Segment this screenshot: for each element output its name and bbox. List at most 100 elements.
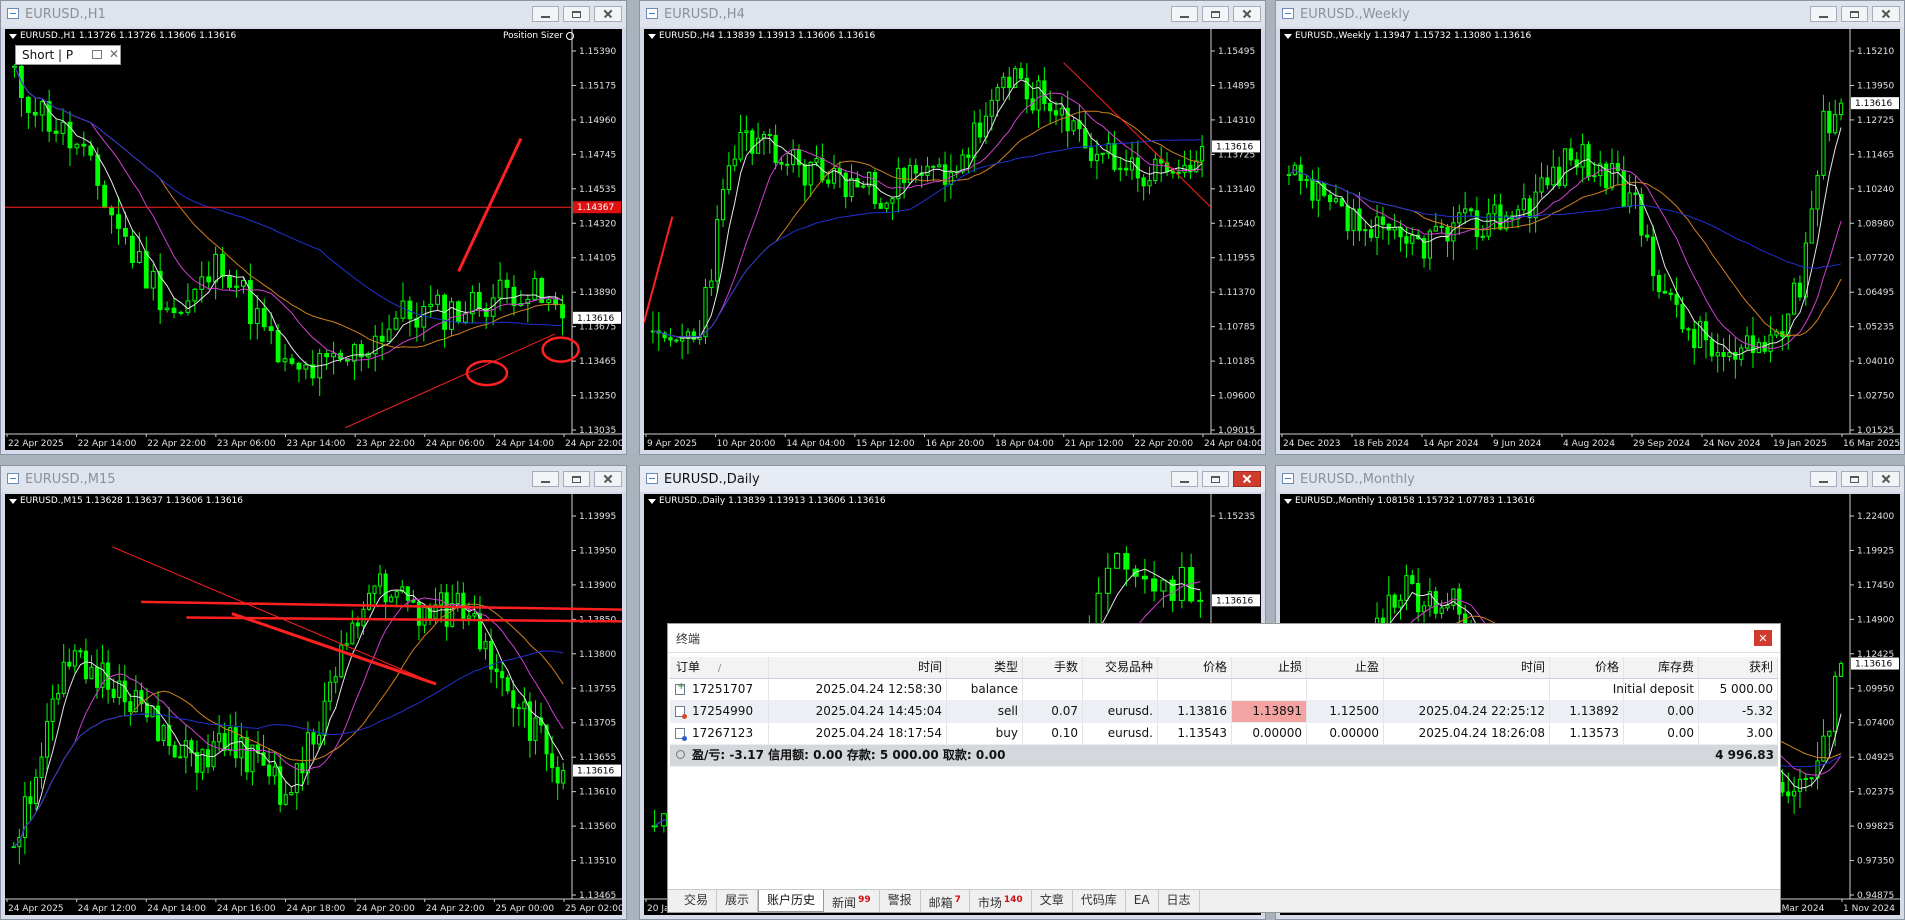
tab-10[interactable]: 日志	[1159, 890, 1200, 912]
candle-body	[74, 143, 80, 149]
candle-body	[192, 288, 198, 302]
tab-2[interactable]: 账户历史	[758, 890, 825, 912]
candle-body	[1351, 208, 1356, 232]
close-button[interactable]	[1233, 6, 1261, 22]
chart-window-m15[interactable]: EURUSD.,M15 1.139951.139501.139001.13850…	[0, 465, 627, 920]
price-tick-label: 1.11955	[1218, 254, 1255, 264]
position-sizer-label[interactable]: Position Sizer	[503, 31, 575, 41]
title-bar[interactable]: EURUSD.,Daily	[640, 466, 1265, 492]
tab-9[interactable]: EA	[1126, 890, 1159, 912]
minimize-button[interactable]	[1810, 6, 1837, 22]
tab-1[interactable]: 展示	[717, 890, 759, 912]
ma-long-line	[14, 66, 563, 327]
close-button[interactable]	[594, 471, 622, 487]
dropdown-triangle-icon[interactable]	[648, 33, 656, 39]
candle-body	[726, 165, 731, 191]
minimize-button[interactable]	[1171, 6, 1198, 22]
column-header-swap[interactable]: 库存费	[1624, 657, 1699, 678]
dropdown-triangle-icon[interactable]	[648, 498, 656, 504]
column-header-order[interactable]: 订单 /	[670, 657, 769, 678]
price-tick-label: 1.15390	[579, 47, 616, 57]
candle-body	[111, 688, 116, 698]
column-header-type[interactable]: 类型	[947, 657, 1023, 678]
terminal-panel[interactable]: 终端 ✕ 订单 / 时间 类型 手数 交易品种 价格 止损 止盈 时间 价格 库…	[667, 623, 1781, 913]
minimize-button[interactable]	[532, 6, 559, 22]
column-header-profit[interactable]: 获利	[1699, 657, 1778, 678]
candle-body	[1151, 578, 1158, 592]
title-bar[interactable]: EURUSD.,H1	[1, 1, 626, 27]
candle-body	[1445, 604, 1450, 609]
dropdown-triangle-icon[interactable]	[1284, 33, 1292, 39]
chart-header: EURUSD.,H1 1.13726 1.13726 1.13606 1.136…	[9, 31, 236, 41]
maximize-button[interactable]	[563, 6, 590, 22]
column-header-price[interactable]: 价格	[1158, 657, 1232, 678]
title-bar[interactable]: EURUSD.,Weekly	[1276, 1, 1904, 27]
tab-3[interactable]: 新闻 99	[824, 890, 880, 912]
price-chart[interactable]: 1.15390 1.15175 1.14960 1.14745 1.14535 1.143…	[5, 29, 622, 450]
chart-canvas[interactable]: 1.154951.148951.143101.137251.131401.125…	[644, 29, 1261, 450]
maximize-button[interactable]	[1202, 471, 1229, 487]
maximize-button[interactable]	[1841, 6, 1868, 22]
column-header-sl[interactable]: 止损	[1232, 657, 1307, 678]
close-button[interactable]	[594, 6, 622, 22]
candle-body	[555, 767, 560, 784]
column-header-symbol[interactable]: 交易品种	[1083, 657, 1158, 678]
close-icon[interactable]: ✕	[1754, 630, 1772, 646]
maximize-button[interactable]	[563, 471, 590, 487]
current-price-label: 1.13616	[577, 767, 614, 777]
restore-icon[interactable]	[92, 50, 102, 59]
time-tick-label: 24 Dec 2023	[1283, 439, 1341, 449]
chart-canvas[interactable]: 1.139951.139501.139001.138501.138001.137…	[5, 494, 622, 915]
column-header-tp[interactable]: 止盈	[1307, 657, 1384, 678]
dropdown-triangle-icon[interactable]	[9, 498, 17, 504]
candle-body	[72, 650, 77, 667]
dropdown-triangle-icon[interactable]	[1284, 498, 1292, 504]
minimize-button[interactable]	[1810, 471, 1837, 487]
candle-body	[1322, 182, 1327, 196]
column-header-time[interactable]: 时间	[769, 657, 947, 678]
title-bar[interactable]: EURUSD.,Monthly	[1276, 466, 1904, 492]
table-row[interactable]: 172517072025.04.24 12:58:30balance Initia…	[670, 679, 1778, 701]
tab-6[interactable]: 市场 140	[970, 890, 1032, 912]
terminal-title-bar[interactable]: 终端 ✕	[668, 624, 1780, 653]
minimize-button[interactable]	[1171, 471, 1198, 487]
tab-8[interactable]: 代码库	[1073, 890, 1126, 912]
title-bar[interactable]: EURUSD.,M15	[1, 466, 626, 492]
candle-body	[1404, 236, 1409, 244]
close-button[interactable]	[1872, 6, 1900, 22]
candle-body	[102, 184, 108, 208]
minimize-button[interactable]	[532, 471, 559, 487]
column-header-close-price[interactable]: 价格	[1550, 657, 1624, 678]
column-header-close-time[interactable]: 时间	[1384, 657, 1550, 678]
position-sizer-panel[interactable]: Short | P ✕	[15, 45, 121, 65]
chart-window-h4[interactable]: EURUSD.,H4 1.15495 1.14895 1.14310 1.13725 1…	[639, 0, 1266, 455]
tab-4[interactable]: 警报	[880, 890, 921, 912]
dropdown-triangle-icon[interactable]	[9, 33, 17, 39]
candle-body	[1398, 599, 1403, 608]
tab-0[interactable]: 交易	[676, 890, 718, 912]
maximize-button[interactable]	[1202, 6, 1229, 22]
column-header-lots[interactable]: 手数	[1023, 657, 1083, 678]
gear-icon[interactable]	[566, 32, 575, 40]
candle-body	[1633, 192, 1638, 196]
price-chart[interactable]: 1.15495 1.14895 1.14310 1.13725 1.13140 1.125…	[644, 29, 1261, 450]
title-bar[interactable]: EURUSD.,H4	[640, 1, 1265, 27]
tab-7[interactable]: 文章	[1032, 890, 1073, 912]
chart-window-weekly[interactable]: EURUSD.,Weekly 1.15210 1.13950 1.12725 1.11…	[1275, 0, 1905, 455]
table-row[interactable]: 17267123 2025.04.24 18:17:54 buy 0.10 eurusd…	[670, 723, 1778, 745]
candle-body	[22, 796, 27, 838]
price-chart[interactable]: 1.139951.139501.139001.138501.138001.137…	[5, 494, 622, 915]
candle-body	[680, 337, 685, 342]
tab-5[interactable]: 邮箱 7	[921, 890, 970, 912]
chart-window-h1[interactable]: EURUSD.,H1 1.15390 1.15175 1.14960 1.14745 1…	[0, 0, 627, 455]
chart-canvas[interactable]: 1.15210 1.13950 1.12725 1.11465 1.10240 1.089…	[1280, 29, 1900, 450]
candle-body	[744, 130, 749, 133]
close-icon[interactable]: ✕	[109, 47, 119, 61]
table-row[interactable]: 17254990 2025.04.24 14:45:04 sell 0.07 eurus…	[670, 701, 1778, 723]
price-chart[interactable]: 1.15210 1.13950 1.12725 1.11465 1.10240 1.089…	[1280, 29, 1900, 450]
close-button[interactable]	[1233, 471, 1261, 487]
candle-body	[289, 792, 294, 796]
chart-canvas[interactable]: 1.15390 1.15175 1.14960 1.14745 1.14535 1.143…	[5, 29, 622, 450]
close-button[interactable]	[1872, 471, 1900, 487]
maximize-button[interactable]	[1841, 471, 1868, 487]
